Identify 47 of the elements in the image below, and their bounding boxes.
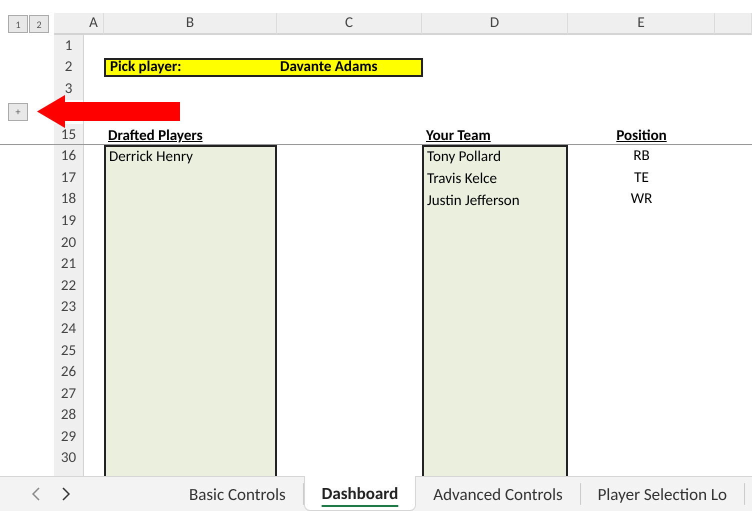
sheet-tab[interactable]: Advanced Controls bbox=[416, 483, 581, 505]
row-header[interactable]: 27 bbox=[54, 382, 84, 404]
row-header[interactable]: 23 bbox=[54, 296, 84, 318]
position-cell: WR bbox=[630, 190, 652, 208]
arrow-icon bbox=[37, 95, 180, 128]
row-header[interactable]: 15 bbox=[54, 124, 84, 146]
sheet-tab[interactable]: Player Selection Lo bbox=[580, 483, 745, 505]
row-header[interactable]: 29 bbox=[54, 426, 84, 448]
player-name: Tony Pollard bbox=[427, 147, 502, 168]
position-cell: RB bbox=[633, 147, 650, 166]
row-header[interactable]: 24 bbox=[54, 318, 84, 340]
row-header[interactable]: 17 bbox=[54, 166, 84, 189]
next-icon[interactable] bbox=[62, 487, 70, 501]
row-header[interactable]: 20 bbox=[54, 232, 84, 254]
column-header[interactable]: C bbox=[277, 13, 422, 35]
row-header[interactable]: 26 bbox=[54, 361, 84, 383]
row-header[interactable]: 2 bbox=[54, 56, 84, 78]
row-header[interactable]: 1 bbox=[54, 35, 84, 57]
column-header[interactable]: B bbox=[104, 13, 277, 35]
player-name: Justin Jefferson bbox=[427, 190, 521, 212]
position-cell: TE bbox=[634, 168, 649, 187]
row-header[interactable]: 22 bbox=[54, 274, 84, 297]
sheet-tab[interactable]: Dashboard bbox=[304, 476, 416, 511]
outline-level-button[interactable]: 1 bbox=[8, 15, 28, 33]
player-name: Derrick Henry bbox=[109, 147, 194, 168]
row-header[interactable]: 25 bbox=[54, 340, 84, 362]
pick-player-label: Pick player: bbox=[110, 58, 182, 76]
row-header[interactable]: 16 bbox=[54, 145, 84, 167]
column-header[interactable]: D bbox=[422, 13, 568, 35]
outline-level-button[interactable]: 2 bbox=[29, 15, 49, 33]
select-all-corner[interactable] bbox=[54, 13, 84, 35]
row-header[interactable]: 30 bbox=[54, 448, 84, 470]
expand-button[interactable]: + bbox=[8, 102, 28, 121]
player-name: Travis Kelce bbox=[427, 168, 498, 190]
row-header[interactable]: 3 bbox=[54, 78, 84, 100]
row-header[interactable]: 18 bbox=[54, 188, 84, 210]
column-heading: Your Team bbox=[426, 127, 491, 146]
column-header[interactable] bbox=[715, 13, 752, 35]
row-header[interactable]: 28 bbox=[54, 404, 84, 426]
column-heading: Drafted Players bbox=[108, 127, 203, 146]
row-header[interactable]: 21 bbox=[54, 253, 84, 275]
row-header[interactable]: 19 bbox=[54, 210, 84, 232]
pick-player-value: Davante Adams bbox=[280, 58, 378, 76]
column-header[interactable]: E bbox=[568, 13, 715, 35]
column-heading: Position bbox=[616, 127, 667, 146]
previous-icon[interactable] bbox=[32, 487, 40, 501]
column-header[interactable]: A bbox=[84, 13, 104, 35]
